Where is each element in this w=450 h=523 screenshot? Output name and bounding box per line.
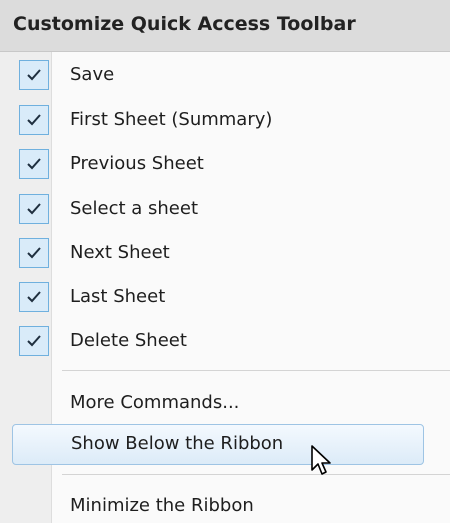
menu-item-first-sheet[interactable]: First Sheet (Summary) [0, 100, 450, 144]
menu-item-label: Last Sheet [70, 286, 166, 307]
check-icon [27, 158, 41, 170]
check-icon [27, 335, 41, 347]
menu-item-label: More Commands... [70, 392, 240, 413]
menu-item-last-sheet[interactable]: Last Sheet [0, 277, 450, 321]
menu-item-label: Next Sheet [70, 242, 170, 263]
menu-header: Customize Quick Access Toolbar [0, 0, 450, 52]
menu-item-more-commands[interactable]: More Commands... [0, 383, 450, 427]
menu-item-label: Select a sheet [70, 198, 198, 219]
checkbox [19, 105, 49, 135]
menu-title: Customize Quick Access Toolbar [13, 13, 356, 35]
checkbox [19, 238, 49, 268]
check-icon [27, 203, 41, 215]
check-icon [27, 291, 41, 303]
menu-item-previous-sheet[interactable]: Previous Sheet [0, 144, 450, 188]
checkbox [19, 60, 49, 90]
menu-item-next-sheet[interactable]: Next Sheet [0, 233, 450, 277]
checkbox [19, 149, 49, 179]
check-icon [27, 69, 41, 81]
customize-qat-menu: Customize Quick Access Toolbar Save Firs… [0, 0, 450, 523]
check-icon [27, 114, 41, 126]
menu-item-label: Show Below the Ribbon [71, 433, 284, 454]
check-icon [27, 247, 41, 259]
checkbox [19, 194, 49, 224]
checkbox [19, 326, 49, 356]
menu-item-save[interactable]: Save [0, 55, 450, 99]
menu-item-label: Previous Sheet [70, 153, 204, 174]
menu-separator [62, 370, 450, 371]
menu-item-label: Minimize the Ribbon [70, 495, 254, 516]
menu-item-show-below-ribbon[interactable]: Show Below the Ribbon [12, 424, 424, 465]
menu-separator [62, 474, 450, 475]
menu-item-label: First Sheet (Summary) [70, 109, 273, 130]
menu-item-delete-sheet[interactable]: Delete Sheet [0, 321, 450, 365]
menu-item-label: Save [70, 64, 115, 85]
menu-item-label: Delete Sheet [70, 330, 187, 351]
mouse-pointer-icon [311, 445, 331, 475]
menu-item-select-a-sheet[interactable]: Select a sheet [0, 189, 450, 233]
menu-item-minimize-ribbon[interactable]: Minimize the Ribbon [0, 486, 450, 523]
checkbox [19, 282, 49, 312]
